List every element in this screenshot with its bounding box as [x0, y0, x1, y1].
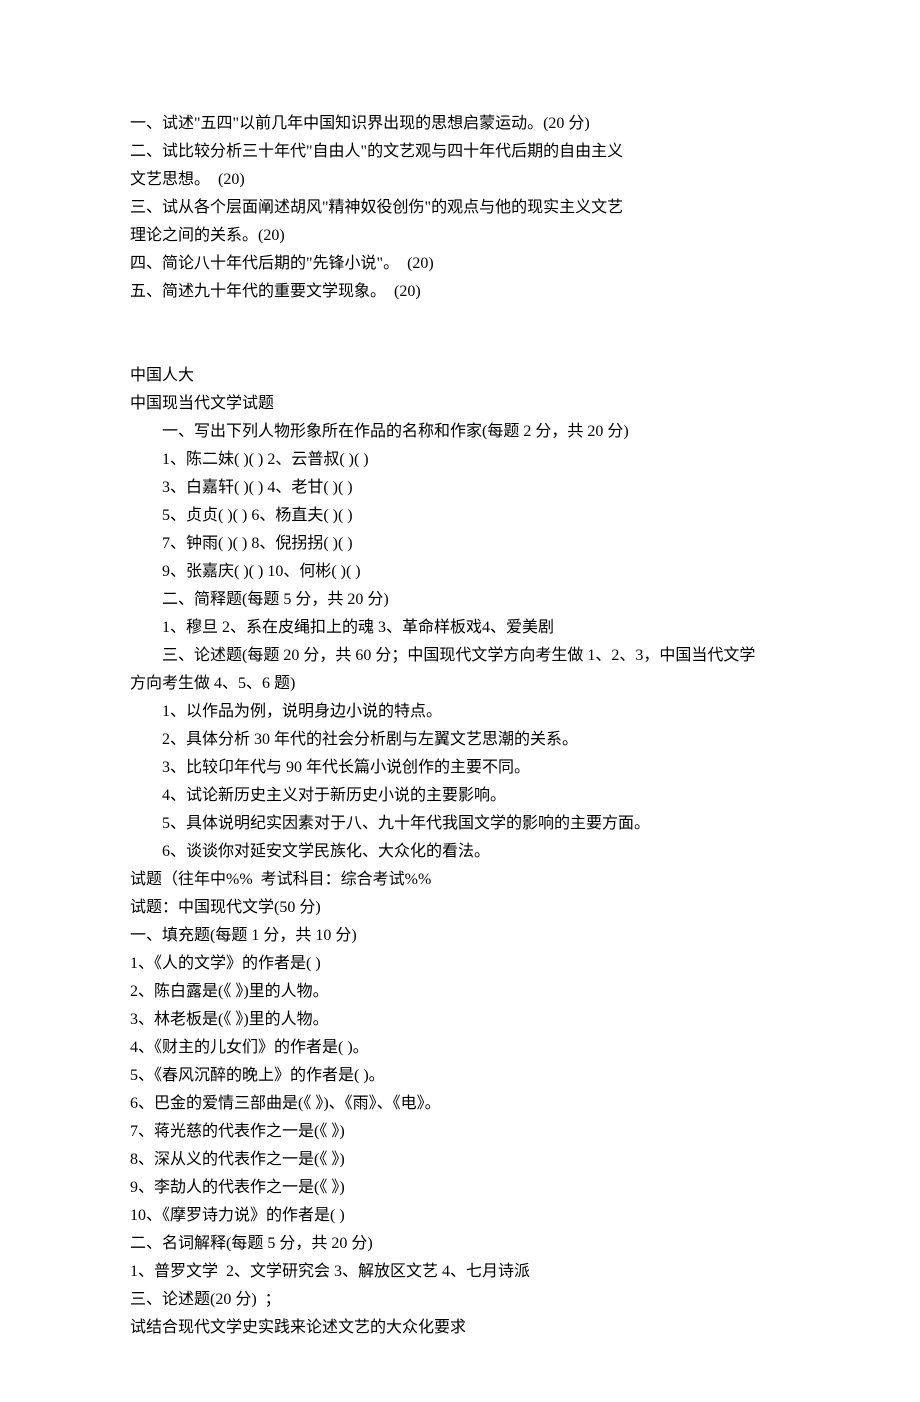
- s3-f1: 1、《人的文学》的作者是( ): [130, 950, 790, 978]
- s2-p1-2: 3、白嘉轩( )( ) 4、老甘( )( ): [130, 474, 790, 502]
- s3-f3: 3、林老板是(《 》)里的人物。: [130, 1006, 790, 1034]
- s3-head2: 试题：中国现代文学(50 分): [130, 894, 790, 922]
- s1-q4: 四、简论八十年代后期的"先锋小说"。 (20): [130, 250, 790, 278]
- s1-q2a: 二、试比较分析三十年代"自由人"的文艺观与四十年代后期的自由主义: [130, 138, 790, 166]
- s3-f9: 9、李劼人的代表作之一是(《 》): [130, 1174, 790, 1202]
- s2-part3-head-a: 三、论述题(每题 20 分，共 60 分；中国现代文学方向考生做 1、2、3，中…: [130, 642, 790, 670]
- s2-p3-5: 5、具体说明纪实因素对于八、九十年代我国文学的影响的主要方面。: [130, 810, 790, 838]
- s2-p1-3: 5、贞贞( )( ) 6、杨直夫( )( ): [130, 502, 790, 530]
- s2-p3-3: 3、比较卬年代与 90 年代长篇小说创作的主要不同。: [130, 754, 790, 782]
- s2-p3-6: 6、谈谈你对延安文学民族化、大众化的看法。: [130, 838, 790, 866]
- s1-q5: 五、简述九十年代的重要文学现象。 (20): [130, 278, 790, 306]
- s2-part3-head-b: 方向考生做 4、5、6 题): [130, 670, 790, 698]
- document-page: 一、试述"五四"以前几年中国知识界出现的思想启蒙运动。(20 分) 二、试比较分…: [0, 0, 920, 1402]
- s3-f6: 6、巴金的爱情三部曲是(《 》)、《雨》、《电》。: [130, 1090, 790, 1118]
- exam-title: 中国现当代文学试题: [130, 390, 790, 418]
- university-name: 中国人大: [130, 362, 790, 390]
- s2-p1-1: 1、陈二妹( )( ) 2、云普叔( )( ): [130, 446, 790, 474]
- s2-p1-4: 7、钟雨( )( ) 8、倪拐拐( )( ): [130, 530, 790, 558]
- s3-head1: 试题（往年中%% 考试科目：综合考试%%: [130, 866, 790, 894]
- s3-f4: 4、《财主的儿女们》的作者是( )。: [130, 1034, 790, 1062]
- s3-f5: 5、《春风沉醉的晚上》的作者是( )。: [130, 1062, 790, 1090]
- s3-f7: 7、蒋光慈的代表作之一是(《 》): [130, 1118, 790, 1146]
- s2-part2-head: 二、简释题(每题 5 分，共 20 分): [130, 586, 790, 614]
- s3-part1-head: 一、填充题(每题 1 分，共 10 分): [130, 922, 790, 950]
- s1-q2b: 文艺思想。 (20): [130, 166, 790, 194]
- s1-q3a: 三、试从各个层面阐述胡风"精神奴役创伤"的观点与他的现实主义文艺: [130, 194, 790, 222]
- s2-p3-2: 2、具体分析 30 年代的社会分析剧与左翼文艺思潮的关系。: [130, 726, 790, 754]
- s3-f8: 8、深从义的代表作之一是(《 》): [130, 1146, 790, 1174]
- s3-n1: 1、普罗文学 2、文学研究会 3、解放区文艺 4、七月诗派: [130, 1258, 790, 1286]
- blank-line: [130, 334, 790, 362]
- s1-q1: 一、试述"五四"以前几年中国知识界出现的思想启蒙运动。(20 分): [130, 110, 790, 138]
- s2-p2-1: 1、穆旦 2、系在皮绳扣上的魂 3、革命样板戏4、爱美剧: [130, 614, 790, 642]
- s2-p3-1: 1、以作品为例，说明身边小说的特点。: [130, 698, 790, 726]
- s1-q3b: 理论之间的关系。(20): [130, 222, 790, 250]
- s2-p3-4: 4、试论新历史主义对于新历史小说的主要影响。: [130, 782, 790, 810]
- s3-part2-head: 二、名词解释(每题 5 分，共 20 分): [130, 1230, 790, 1258]
- s3-part3-head: 三、论述题(20 分) ；: [130, 1286, 790, 1314]
- s2-part1-head: 一、写出下列人物形象所在作品的名称和作家(每题 2 分，共 20 分): [130, 418, 790, 446]
- s2-p1-5: 9、张嘉庆( )( ) 10、何彬( )( ): [130, 558, 790, 586]
- blank-line: [130, 306, 790, 334]
- s3-e1: 试结合现代文学史实践来论述文艺的大众化要求: [130, 1314, 790, 1342]
- s3-f2: 2、陈白露是(《 》)里的人物。: [130, 978, 790, 1006]
- s3-f10: 10、《摩罗诗力说》的作者是( ): [130, 1202, 790, 1230]
